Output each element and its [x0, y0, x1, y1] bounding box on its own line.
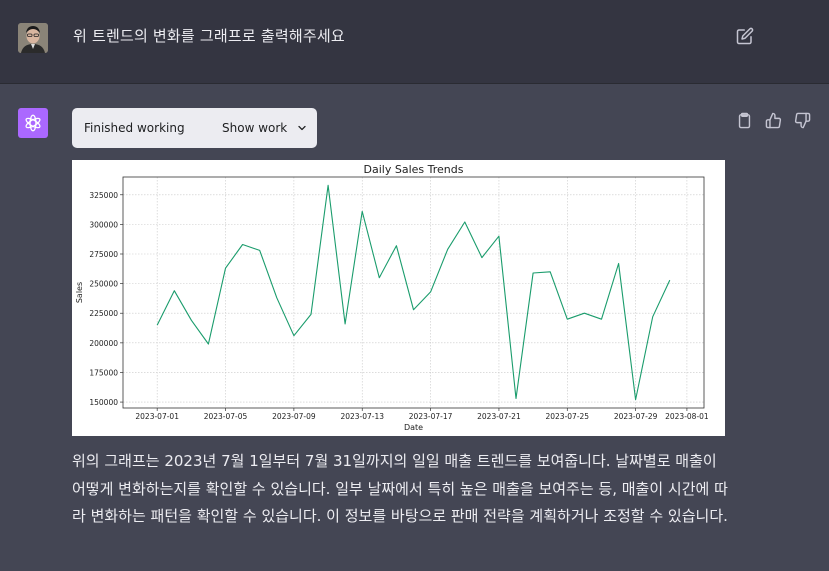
chevron-down-icon	[298, 125, 306, 131]
chart-title: Daily Sales Trends	[364, 163, 464, 176]
tool-status-label: Finished working	[84, 121, 185, 135]
assistant-answer-text: 위의 그래프는 2023년 7월 1일부터 7월 31일까지의 일일 매출 트렌…	[72, 452, 728, 525]
x-tick-label: 2023-07-01	[135, 412, 179, 421]
x-tick-label: 2023-07-13	[340, 412, 384, 421]
y-tick-label: 200000	[89, 339, 118, 348]
edit-icon[interactable]	[736, 27, 754, 45]
y-tick-label: 300000	[89, 220, 118, 229]
x-tick-label: 2023-08-01	[665, 412, 709, 421]
x-tick-label: 2023-07-29	[614, 412, 658, 421]
message-actions	[736, 112, 811, 129]
user-message-text: 위 트렌드의 변화를 그래프로 출력해주세요	[73, 27, 345, 45]
x-tick-label: 2023-07-09	[272, 412, 316, 421]
assistant-message-row: Finished working Show work Daily Sales T…	[0, 84, 829, 571]
show-work-button[interactable]: Show work	[222, 121, 308, 135]
line-chart-svg: Daily Sales Trends 150000 175000 200000 2250…	[75, 163, 709, 432]
thumbs-down-icon[interactable]	[794, 112, 811, 129]
sales-series-line	[156, 184, 671, 401]
x-tick-label: 2023-07-25	[545, 412, 589, 421]
openai-logo-icon	[18, 108, 48, 138]
tool-status-box: Finished working Show work	[72, 108, 317, 148]
x-tick-label: 2023-07-05	[204, 412, 248, 421]
y-tick-label: 325000	[89, 191, 118, 200]
y-tick-label: 225000	[89, 309, 118, 318]
thumbs-up-icon[interactable]	[765, 112, 782, 129]
user-message-row: 위 트렌드의 변화를 그래프로 출력해주세요	[0, 0, 829, 84]
plot-frame	[122, 176, 705, 409]
show-work-label: Show work	[222, 121, 288, 135]
y-tick-label: 275000	[89, 250, 118, 259]
clipboard-icon[interactable]	[736, 112, 753, 129]
x-tick-label: 2023-07-21	[477, 412, 521, 421]
y-tick-label: 150000	[89, 398, 118, 407]
x-tick-label: 2023-07-17	[409, 412, 453, 421]
y-tick-label: 250000	[89, 280, 118, 289]
sales-chart: Daily Sales Trends 150000 175000 200000 2250…	[72, 160, 725, 436]
y-tick-label: 175000	[89, 368, 118, 377]
y-axis-label: Sales	[75, 282, 84, 303]
x-axis-label: Date	[404, 423, 423, 432]
user-avatar	[18, 23, 48, 53]
